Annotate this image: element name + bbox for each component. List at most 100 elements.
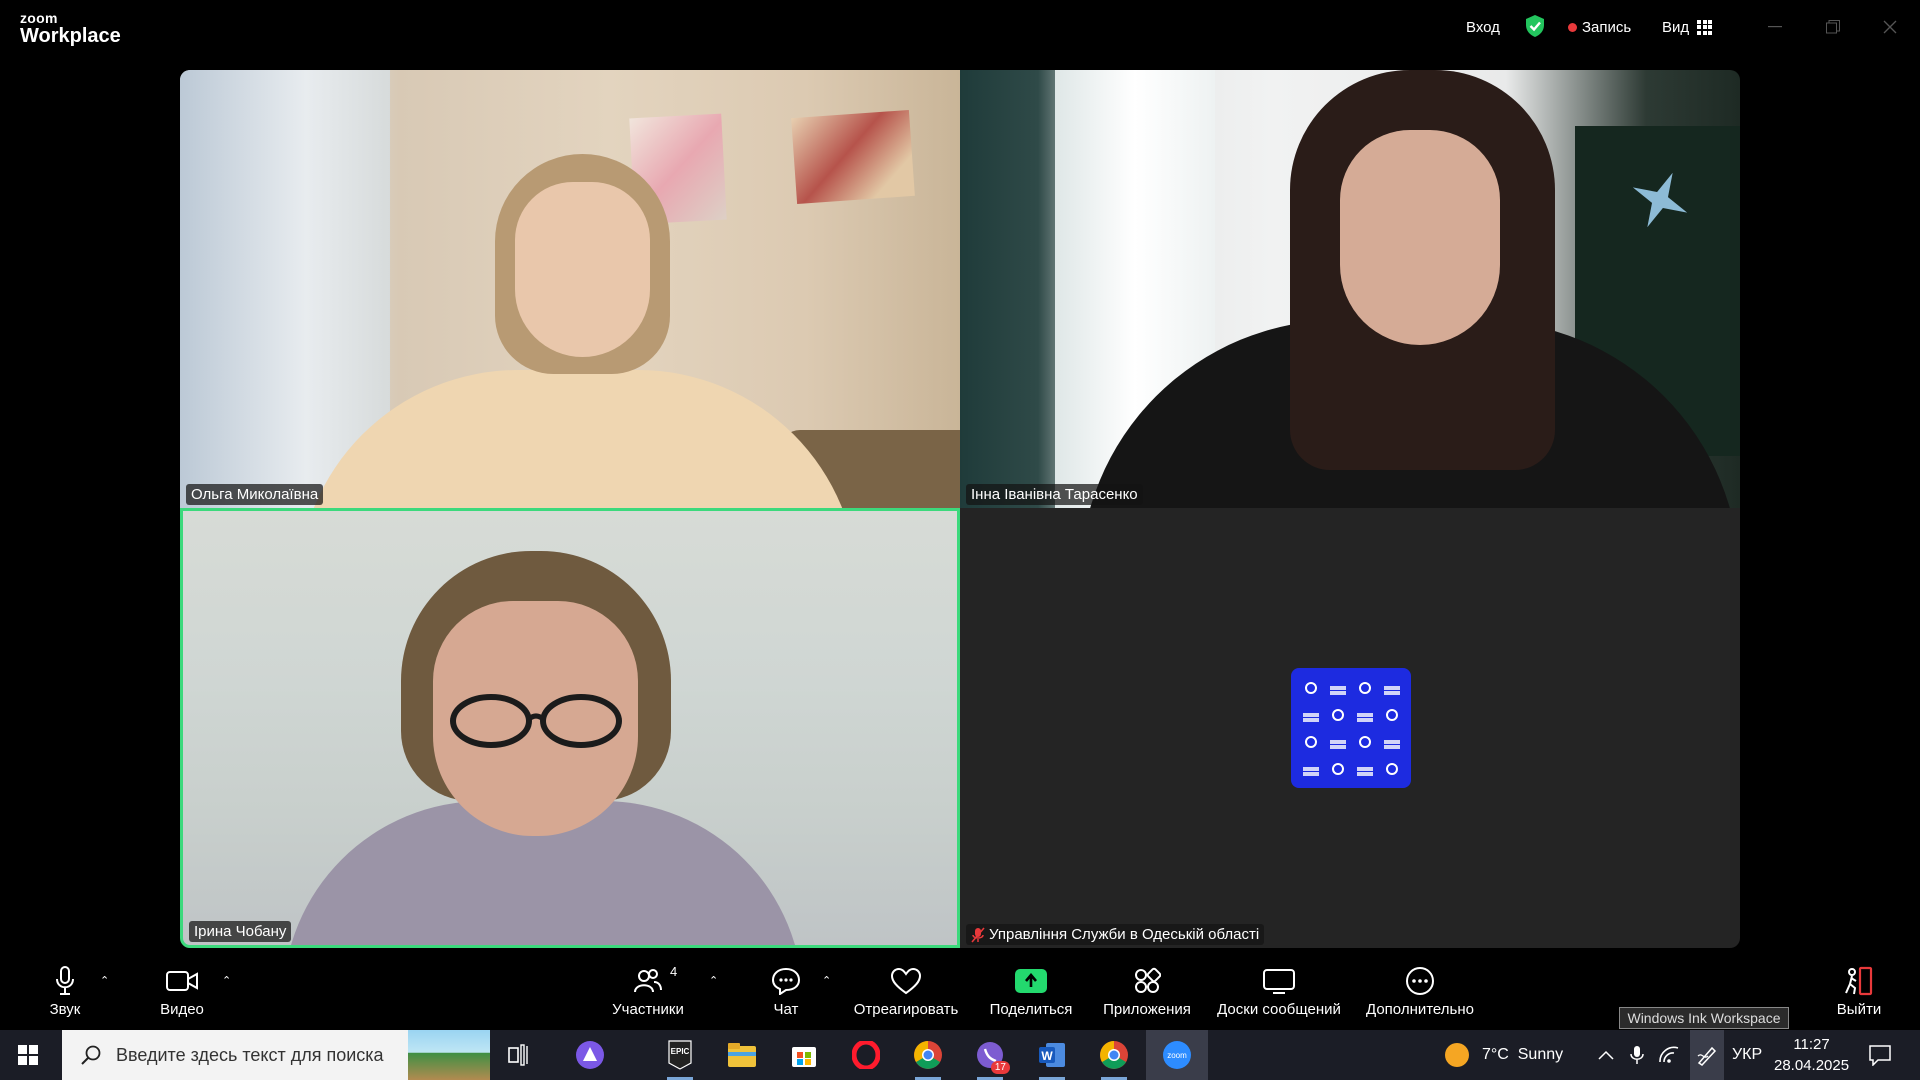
view-button[interactable]: Вид: [1662, 16, 1713, 38]
close-icon: [1883, 20, 1897, 34]
audio-options-chevron-up-icon[interactable]: ⌃: [100, 974, 109, 987]
notifications-icon[interactable]: [1868, 1030, 1892, 1080]
weather-widget[interactable]: 7°C Sunny: [1444, 1030, 1563, 1080]
participant-name-label: Інна Іванівна Тарасенко: [966, 484, 1143, 505]
search-placeholder: Введите здесь текст для поиска: [116, 1044, 384, 1065]
microsoft-store-icon[interactable]: [788, 1039, 820, 1071]
video-tile-4[interactable]: Управління Служби в Одеській області: [960, 508, 1740, 948]
svg-text:EPIC: EPIC: [671, 1047, 690, 1056]
microphone-icon: [56, 966, 74, 995]
more-label: Дополнительно: [1366, 1001, 1474, 1018]
login-button[interactable]: Вход: [1466, 16, 1500, 38]
participant-name-label: Ірина Чобану: [189, 921, 292, 942]
participants-icon: [634, 969, 662, 993]
search-highlight-illustration: [408, 1030, 490, 1080]
apps-icon: [1135, 967, 1161, 993]
record-dot-icon: [1568, 22, 1577, 32]
tray-microphone-icon[interactable]: [1630, 1030, 1644, 1080]
taskbar-search-box[interactable]: Введите здесь текст для поиска: [62, 1030, 490, 1080]
participants-options-chevron-up-icon[interactable]: ⌃: [709, 974, 718, 987]
record-label: Запись: [1582, 18, 1632, 36]
participant-face: [1340, 130, 1500, 345]
title-bar: zoom Workplace Вход Запись Вид: [0, 0, 1920, 56]
muted-microphone-icon: [971, 926, 985, 943]
more-options-icon: [1406, 967, 1434, 995]
logo-bottom-text: Workplace: [20, 25, 121, 47]
language-label: УКР: [1732, 1046, 1763, 1063]
opera-icon[interactable]: [850, 1039, 882, 1071]
wall-picture-bouquet: [791, 109, 915, 205]
participants-label: Участники: [612, 1001, 684, 1018]
participant-face: [515, 182, 650, 357]
search-icon: [81, 1045, 101, 1065]
viber-notification-badge: 17: [990, 1061, 1010, 1074]
chrome-icon[interactable]: [912, 1039, 944, 1080]
share-button[interactable]: Поделиться: [986, 966, 1076, 1018]
svg-text:W: W: [1041, 1049, 1053, 1063]
share-screen-icon: [1015, 969, 1047, 993]
video-button[interactable]: Видео: [158, 966, 206, 1018]
zoom-workplace-logo: zoom Workplace: [20, 11, 121, 46]
close-window-button[interactable]: [1877, 14, 1903, 40]
restore-icon: [1826, 20, 1840, 34]
audio-label: Звук: [49, 1001, 81, 1018]
viber-icon[interactable]: 17: [974, 1039, 1010, 1080]
epic-games-icon[interactable]: EPIC: [664, 1039, 696, 1080]
apps-label: Приложения: [1103, 1001, 1191, 1018]
word-icon[interactable]: W: [1036, 1039, 1068, 1080]
audio-button[interactable]: Звук: [44, 966, 86, 1018]
minimize-button[interactable]: [1762, 14, 1788, 40]
glasses: [450, 694, 622, 748]
view-label: Вид: [1662, 18, 1690, 36]
leave-meeting-button[interactable]: Выйти: [1832, 966, 1886, 1018]
task-view-icon[interactable]: [504, 1039, 536, 1071]
chat-bubble-icon: [771, 967, 801, 995]
restore-button[interactable]: [1820, 14, 1846, 40]
security-shield-icon[interactable]: [1524, 15, 1546, 37]
system-clock[interactable]: 11:27 28.04.2025: [1774, 1034, 1849, 1076]
more-button[interactable]: Дополнительно: [1360, 966, 1480, 1018]
heart-icon: [890, 967, 922, 995]
input-language-indicator[interactable]: УКР: [1732, 1030, 1762, 1080]
video-tile-1[interactable]: Ольга Миколаївна: [180, 70, 960, 508]
chrome-profile-icon[interactable]: [1098, 1039, 1130, 1080]
minimize-icon: [1768, 26, 1782, 28]
participants-button[interactable]: 4 Участники: [608, 964, 688, 1018]
show-hidden-icons-chevron-up-icon[interactable]: [1598, 1030, 1614, 1080]
leave-label: Выйти: [1836, 1001, 1882, 1018]
whiteboards-button[interactable]: Доски сообщений: [1212, 966, 1346, 1018]
share-label: Поделиться: [989, 1001, 1073, 1018]
zoom-taskbar-icon[interactable]: zoom: [1146, 1030, 1208, 1080]
svg-text:zoom: zoom: [1167, 1051, 1187, 1060]
video-tile-3-active-speaker[interactable]: Ірина Чобану: [180, 508, 960, 948]
react-button[interactable]: Отреагировать: [850, 966, 962, 1018]
video-tile-2[interactable]: Інна Іванівна Тарасенко: [960, 70, 1740, 508]
weather-text: 7°C Sunny: [1482, 1046, 1564, 1063]
organization-logo-avatar: [1291, 668, 1411, 788]
file-explorer-icon[interactable]: [726, 1039, 758, 1071]
app-purple-icon[interactable]: [574, 1039, 606, 1071]
wifi-icon[interactable]: [1658, 1030, 1680, 1080]
whiteboards-label: Доски сообщений: [1217, 1001, 1341, 1018]
chat-label: Чат: [773, 1001, 799, 1018]
login-label: Вход: [1466, 18, 1500, 36]
participant-name-label: Ольга Миколаївна: [186, 484, 324, 505]
apps-button[interactable]: Приложения: [1100, 966, 1194, 1018]
clock-time: 11:27: [1793, 1036, 1830, 1053]
chat-button[interactable]: Чат: [764, 966, 808, 1018]
video-label: Видео: [160, 1001, 204, 1018]
video-options-chevron-up-icon[interactable]: ⌃: [222, 974, 231, 987]
clock-date: 28.04.2025: [1774, 1057, 1850, 1074]
windows-ink-pen-icon[interactable]: [1690, 1030, 1724, 1080]
chat-options-chevron-up-icon[interactable]: ⌃: [822, 974, 831, 987]
grid-view-icon: [1697, 19, 1713, 35]
leave-door-icon: [1845, 966, 1873, 996]
windows-start-icon[interactable]: [18, 1045, 38, 1065]
whiteboard-icon: [1263, 969, 1295, 994]
logo-top-text: zoom: [20, 10, 58, 26]
record-button[interactable]: Запись: [1568, 16, 1631, 38]
sun-icon: [1445, 1043, 1469, 1067]
windows-ink-tooltip: Windows Ink Workspace: [1619, 1007, 1789, 1029]
windows-taskbar: Введите здесь текст для поиска EPIC 17 W…: [0, 1030, 1920, 1080]
react-label: Отреагировать: [853, 1001, 959, 1018]
